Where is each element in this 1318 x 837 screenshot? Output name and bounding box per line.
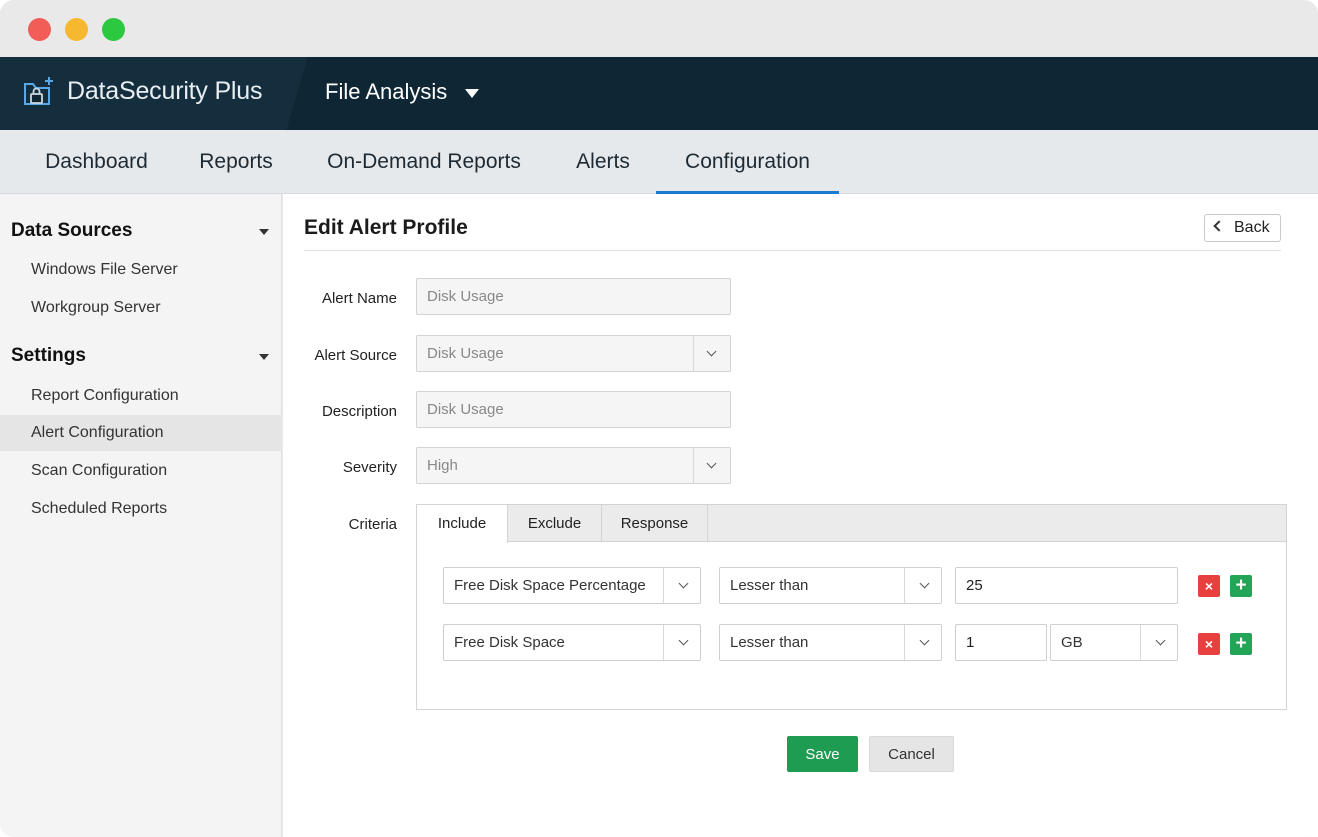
sidebar-item-alert-configuration[interactable]: Alert Configuration <box>0 415 282 451</box>
maximize-window-button[interactable] <box>102 18 125 41</box>
folder-lock-icon <box>24 77 53 105</box>
alert-source-value: Disk Usage <box>427 345 504 362</box>
scrollbar[interactable] <box>1311 194 1318 837</box>
module-switcher[interactable]: File Analysis <box>325 79 447 105</box>
sidebar-item-scan-configuration[interactable]: Scan Configuration <box>0 453 282 489</box>
main-nav: Dashboard Reports On-Demand Reports Aler… <box>0 130 1318 194</box>
app-header: DataSecurity Plus File Analysis <box>0 57 1318 130</box>
sidebar-section-data-sources[interactable]: Data Sources <box>11 220 132 242</box>
criteria-operator-value: Lesser than <box>730 634 809 651</box>
criteria-field-value: Free Disk Space Percentage <box>454 577 646 594</box>
criteria-unit-value: GB <box>1061 634 1083 651</box>
cancel-button[interactable]: Cancel <box>869 736 954 772</box>
tab-response[interactable]: Response <box>602 505 708 542</box>
caret-down-icon[interactable] <box>465 89 479 98</box>
chevron-left-icon <box>1213 220 1225 232</box>
alert-name-label: Alert Name <box>321 290 397 307</box>
tab-dashboard[interactable]: Dashboard <box>26 130 167 194</box>
criteria-tabs: Include Exclude Response <box>417 505 1286 543</box>
chevron-down-icon[interactable] <box>919 635 930 646</box>
criteria-operator-select[interactable]: Lesser than <box>719 567 942 604</box>
tab-alerts[interactable]: Alerts <box>556 130 650 194</box>
description-input[interactable]: Disk Usage <box>416 391 731 428</box>
chevron-down-icon[interactable] <box>706 458 717 469</box>
chevron-down-icon[interactable] <box>1155 635 1166 646</box>
description-label: Description <box>321 403 397 420</box>
caret-down-icon[interactable] <box>259 229 269 235</box>
sidebar-item-report-configuration[interactable]: Report Configuration <box>0 378 282 414</box>
brand-area[interactable]: DataSecurity Plus <box>0 57 308 130</box>
save-button[interactable]: Save <box>787 736 858 772</box>
alert-source-select[interactable]: Disk Usage <box>416 335 731 372</box>
criteria-field-select[interactable]: Free Disk Space <box>443 624 701 661</box>
back-button[interactable]: Back <box>1204 214 1281 242</box>
criteria-unit-select[interactable]: GB <box>1050 624 1178 661</box>
title-divider <box>304 250 1281 251</box>
chevron-down-icon[interactable] <box>919 578 930 589</box>
tab-exclude[interactable]: Exclude <box>508 505 602 542</box>
caret-down-icon[interactable] <box>259 354 269 360</box>
add-condition-button[interactable]: + <box>1230 575 1252 597</box>
sidebar-item-windows-file-server[interactable]: Windows File Server <box>0 252 282 288</box>
criteria-value: 1 <box>966 634 975 651</box>
brand-name: DataSecurity Plus <box>67 77 263 105</box>
criteria-label: Criteria <box>348 516 397 533</box>
sidebar: Data Sources Windows File Server Workgro… <box>0 194 282 837</box>
chevron-down-icon[interactable] <box>706 346 717 357</box>
remove-condition-button[interactable]: × <box>1198 575 1220 597</box>
severity-value: High <box>427 457 458 474</box>
app-window: DataSecurity Plus File Analysis Dashboar… <box>0 0 1318 837</box>
sidebar-section-settings[interactable]: Settings <box>11 345 86 367</box>
severity-label: Severity <box>342 459 397 476</box>
chevron-down-icon[interactable] <box>678 635 689 646</box>
criteria-operator-value: Lesser than <box>730 577 809 594</box>
page-title: Edit Alert Profile <box>304 216 468 239</box>
minimize-window-button[interactable] <box>65 18 88 41</box>
criteria-value: 25 <box>966 577 983 594</box>
criteria-panel: Include Exclude Response Free Disk Space… <box>416 504 1287 710</box>
close-window-button[interactable] <box>28 18 51 41</box>
tab-on-demand-reports[interactable]: On-Demand Reports <box>306 130 542 194</box>
alert-name-input[interactable]: Disk Usage <box>416 278 731 315</box>
add-condition-button[interactable]: + <box>1230 633 1252 655</box>
sidebar-item-workgroup-server[interactable]: Workgroup Server <box>0 290 282 326</box>
alert-name-value: Disk Usage <box>427 288 504 305</box>
tab-include[interactable]: Include <box>417 505 508 543</box>
main-content: Edit Alert Profile Back Alert Name Disk … <box>283 194 1318 837</box>
chevron-down-icon[interactable] <box>678 578 689 589</box>
criteria-value-input[interactable]: 1 <box>955 624 1047 661</box>
tab-configuration[interactable]: Configuration <box>656 130 839 194</box>
tab-reports[interactable]: Reports <box>180 130 292 194</box>
remove-condition-button[interactable]: × <box>1198 633 1220 655</box>
criteria-field-value: Free Disk Space <box>454 634 565 651</box>
severity-select[interactable]: High <box>416 447 731 484</box>
criteria-operator-select[interactable]: Lesser than <box>719 624 942 661</box>
description-value: Disk Usage <box>427 401 504 418</box>
criteria-field-select[interactable]: Free Disk Space Percentage <box>443 567 701 604</box>
back-label: Back <box>1234 219 1270 236</box>
title-bar <box>0 0 1318 57</box>
sidebar-item-scheduled-reports[interactable]: Scheduled Reports <box>0 491 282 527</box>
alert-source-label: Alert Source <box>314 347 397 364</box>
criteria-value-input[interactable]: 25 <box>955 567 1178 604</box>
